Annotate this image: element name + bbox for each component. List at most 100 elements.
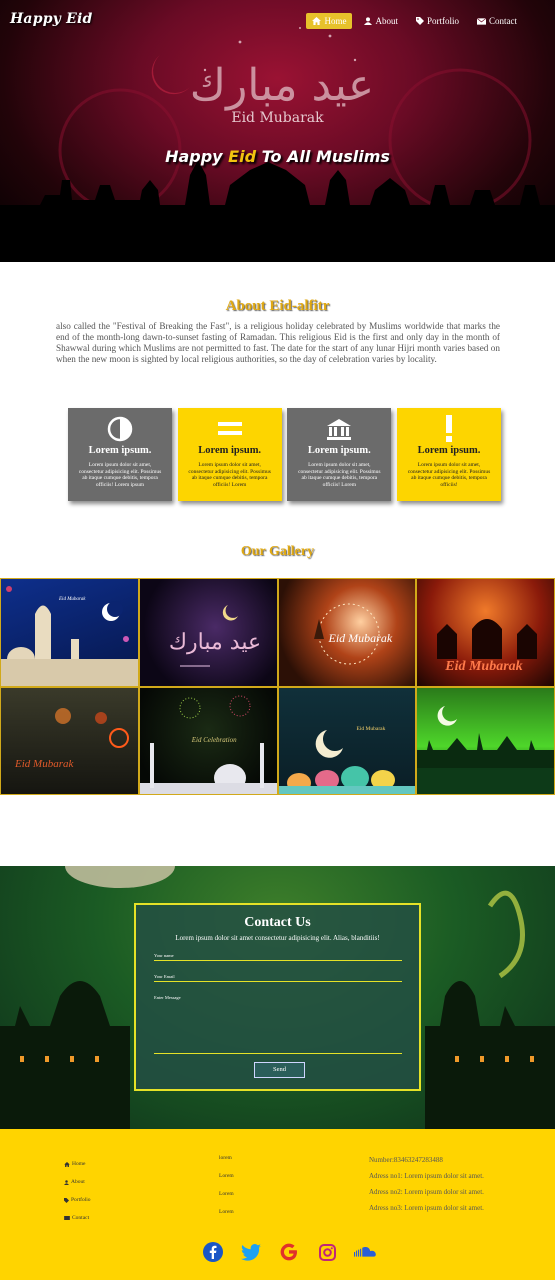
hero-title: Happy Eid To All Muslims xyxy=(0,147,555,166)
card-title: Lorem ipsum. xyxy=(417,445,481,456)
card-text: Lorem ipsum dolor sit amet, consectetur … xyxy=(78,462,162,488)
hero-section: عيد مبارك Happy Eid Home About Portfolio… xyxy=(0,0,555,262)
instagram-link[interactable] xyxy=(316,1241,338,1263)
calligraphy-image: عيد مبارك xyxy=(169,605,261,667)
hero-eid-mubarak: Eid Mubarak xyxy=(231,110,324,126)
about-text: also called the "Festival of Breaking th… xyxy=(56,321,500,364)
social-links xyxy=(202,1241,376,1263)
footer-contact-info: Number:83463247283488 Adress no1: Lorem … xyxy=(369,1156,484,1220)
user-icon xyxy=(364,17,373,25)
facebook-icon xyxy=(203,1242,223,1262)
gallery-image[interactable]: Eid Mubarak xyxy=(277,686,417,795)
tile-caption: Eid Celebration xyxy=(191,735,237,744)
footer-col2-item[interactable]: Lorem xyxy=(219,1209,234,1227)
about-title: About Eid-alfitr xyxy=(225,298,330,314)
facebook-link[interactable] xyxy=(202,1241,224,1263)
footer-col2-item[interactable]: Lorem xyxy=(219,1173,234,1191)
home-icon xyxy=(312,17,322,25)
footer-address-2: Adress no2: Lorem ipsum dolor sit amet. xyxy=(369,1188,484,1196)
bokeh-image xyxy=(55,707,129,748)
footer-link-home[interactable]: Home xyxy=(64,1155,91,1173)
gallery-image[interactable]: Eid Mubarak xyxy=(277,578,417,687)
brand-logo[interactable]: Happy Eid xyxy=(10,11,92,27)
tag-icon xyxy=(415,17,424,25)
email-field[interactable]: Your Email xyxy=(154,974,402,982)
soundcloud-icon xyxy=(354,1247,376,1257)
card-title: Lorem ipsum. xyxy=(198,445,262,456)
nav-portfolio-label: Portfolio xyxy=(426,16,459,26)
footer-column-2: lorem Lorem Lorem Lorem xyxy=(219,1155,234,1227)
google-link[interactable] xyxy=(278,1241,300,1263)
svg-text:عيد مبارك: عيد مبارك xyxy=(190,60,374,111)
gallery-image[interactable]: عيد مبارك xyxy=(138,578,278,687)
feature-card: Lorem ipsum. Lorem ipsum dolor sit amet,… xyxy=(177,408,282,501)
hero-title-highlight: Eid xyxy=(228,147,257,166)
footer-link-contact[interactable]: Contact xyxy=(64,1209,91,1227)
footer-link-label: Contact xyxy=(72,1215,90,1221)
main-nav: Home About Portfolio Contact xyxy=(306,13,523,29)
hero-title-part1: Happy xyxy=(165,147,229,166)
feature-card: Lorem ipsum. Lorem ipsum dolor sit amet,… xyxy=(68,408,172,501)
footer-address-1: Adress no1: Lorem ipsum dolor sit amet. xyxy=(369,1172,484,1180)
gallery-image[interactable] xyxy=(416,686,555,795)
footer-col2-item[interactable]: lorem xyxy=(219,1155,234,1173)
svg-text:عيد مبارك: عيد مبارك xyxy=(169,630,261,655)
card-text: Lorem ipsum dolor sit amet, consectetur … xyxy=(407,462,491,488)
tag-icon xyxy=(64,1197,69,1203)
card-text: Lorem ipsum dolor sit amet, consectetur … xyxy=(298,462,381,488)
building-icon xyxy=(327,419,352,440)
mosque-image xyxy=(1,586,138,686)
green-mosque-image xyxy=(417,705,555,795)
footer-link-label: Portfolio xyxy=(71,1197,91,1203)
half-circle-icon xyxy=(107,416,133,442)
contact-subtitle: Lorem ipsum dolor sit amet consectetur a… xyxy=(175,934,380,942)
name-field[interactable]: Your name xyxy=(154,953,402,961)
hero-background: عيد مبارك xyxy=(0,27,555,262)
card-title: Lorem ipsum. xyxy=(88,445,152,456)
footer: Home About Portfolio Contact lorem Lorem… xyxy=(0,1129,555,1280)
footer-link-label: Home xyxy=(72,1161,86,1167)
feature-cards: Lorem ipsum. Lorem ipsum dolor sit amet,… xyxy=(68,408,501,501)
google-icon xyxy=(280,1243,297,1261)
gallery-image[interactable]: Eid Mubarak xyxy=(0,686,139,795)
contact-form: Contact Us Lorem ipsum dolor sit amet co… xyxy=(134,903,421,1091)
nav-contact[interactable]: Contact xyxy=(471,13,523,29)
equals-icon xyxy=(217,422,242,435)
hero-title-part2: To All Muslims xyxy=(256,147,390,166)
nav-about[interactable]: About xyxy=(358,13,404,29)
lanterns-image xyxy=(278,729,416,795)
home-icon xyxy=(64,1161,70,1167)
gallery-image[interactable]: Eid Mubarak xyxy=(0,578,139,687)
gallery-image[interactable]: Eid Mubarak xyxy=(416,578,555,687)
soundcloud-link[interactable] xyxy=(354,1241,376,1263)
nav-portfolio[interactable]: Portfolio xyxy=(410,13,465,29)
card-text: Lorem ipsum dolor sit amet, consectetur … xyxy=(188,462,271,488)
twitter-link[interactable] xyxy=(240,1241,262,1263)
footer-link-portfolio[interactable]: Portfolio xyxy=(64,1191,91,1209)
footer-link-label: About xyxy=(71,1179,85,1185)
feature-card: Lorem ipsum. Lorem ipsum dolor sit amet,… xyxy=(396,408,501,501)
envelope-icon xyxy=(64,1216,70,1220)
footer-phone: Number:83463247283488 xyxy=(369,1156,443,1164)
instagram-icon xyxy=(318,1243,336,1261)
message-field[interactable]: Enter Message xyxy=(154,995,402,1054)
tile-caption: Eid Mubarak xyxy=(328,631,393,645)
footer-links: Home About Portfolio Contact xyxy=(64,1155,91,1227)
gallery-grid: Eid Mubarak عيد مبارك Eid Mubarak Eid Mu… xyxy=(0,578,555,795)
envelope-icon xyxy=(477,17,486,25)
twitter-icon xyxy=(241,1243,261,1261)
feature-card: Lorem ipsum. Lorem ipsum dolor sit amet,… xyxy=(287,408,392,501)
nav-about-label: About xyxy=(375,16,398,26)
gallery-title: Our Gallery xyxy=(240,544,315,559)
nav-contact-label: Contact xyxy=(489,16,517,26)
send-button[interactable]: Send xyxy=(254,1062,305,1078)
gallery-image[interactable]: Eid Celebration xyxy=(138,686,278,795)
nav-home[interactable]: Home xyxy=(306,13,353,29)
tile-caption: Eid Mubarak xyxy=(15,757,74,770)
user-icon xyxy=(64,1179,69,1185)
tile-caption: Eid Mubarak xyxy=(445,659,523,674)
footer-col2-item[interactable]: Lorem xyxy=(219,1191,234,1209)
nav-home-label: Home xyxy=(324,16,347,26)
footer-link-about[interactable]: About xyxy=(64,1173,91,1191)
footer-address-3: Adress no3: Lorem ipsum dolor sit amet. xyxy=(369,1204,484,1212)
